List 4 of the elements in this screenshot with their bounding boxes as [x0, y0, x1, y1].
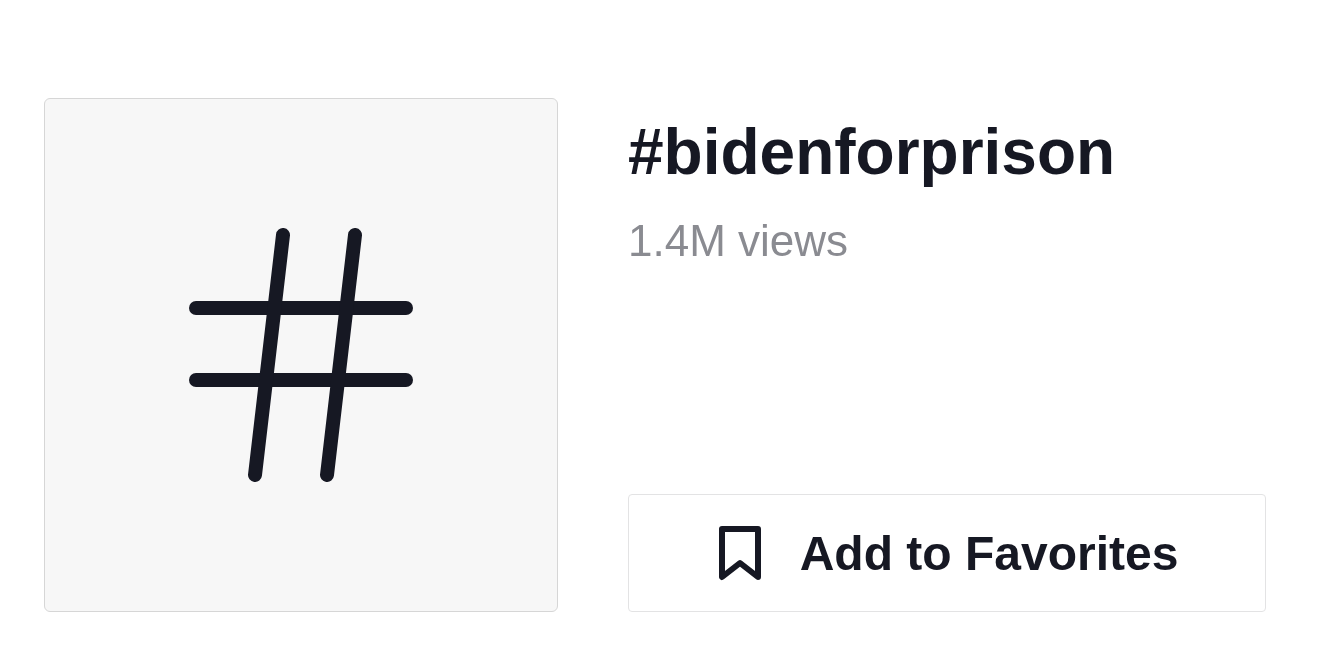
add-to-favorites-button[interactable]: Add to Favorites: [628, 494, 1266, 612]
view-count: 1.4M views: [628, 215, 850, 267]
hashtag-icon: [189, 228, 413, 482]
hashtag-title: #bidenforprison: [628, 115, 1117, 190]
